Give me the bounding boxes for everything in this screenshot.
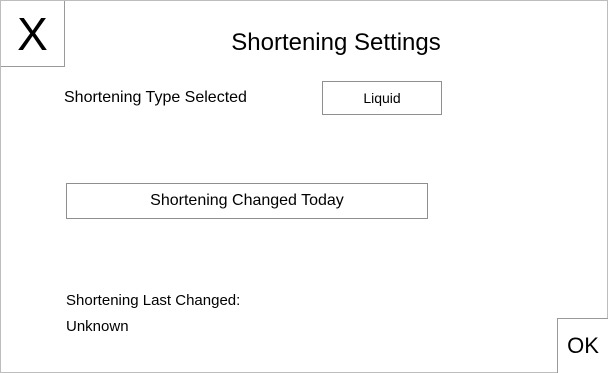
last-changed-label: Shortening Last Changed: bbox=[66, 292, 241, 309]
last-changed-value: Unknown bbox=[66, 318, 129, 335]
shortening-settings-screen: X Shortening Settings Shortening Type Se… bbox=[0, 0, 608, 373]
shortening-type-label: Shortening Type Selected bbox=[64, 89, 247, 106]
close-button[interactable]: X bbox=[1, 1, 65, 67]
ok-button[interactable]: OK bbox=[557, 318, 608, 373]
shortening-changed-today-button[interactable]: Shortening Changed Today bbox=[66, 183, 428, 219]
page-title: Shortening Settings bbox=[231, 29, 441, 56]
shortening-type-selector[interactable]: Liquid bbox=[322, 81, 442, 115]
